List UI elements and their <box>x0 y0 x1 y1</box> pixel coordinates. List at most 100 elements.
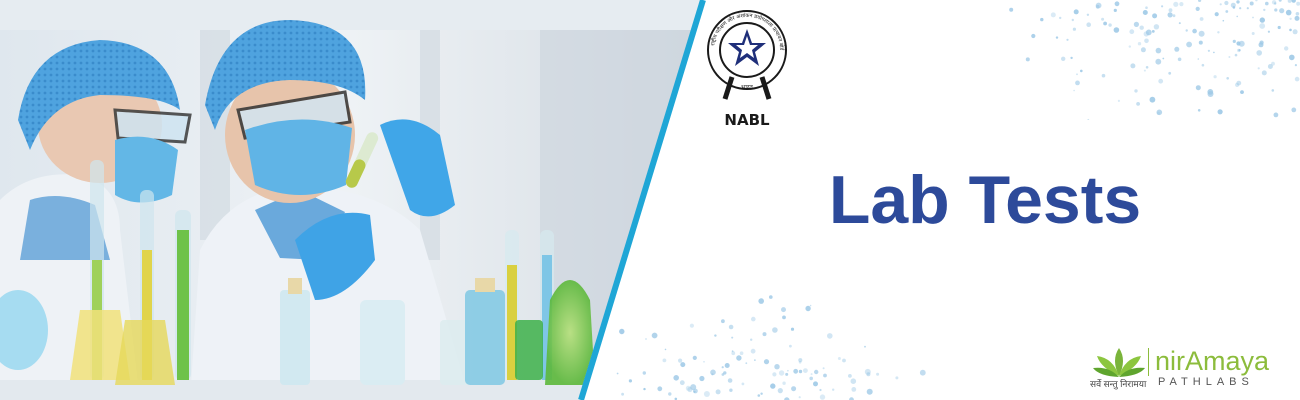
decor-dot <box>1129 29 1135 35</box>
decor-dot <box>798 358 803 363</box>
decor-dot <box>1207 91 1214 97</box>
decor-dot <box>1256 50 1262 56</box>
decor-dot <box>895 376 899 380</box>
decor-dot <box>1140 47 1146 53</box>
decor-dot <box>679 380 685 386</box>
decor-dot <box>721 319 725 324</box>
decor-dot <box>721 373 725 376</box>
decor-dot <box>1086 22 1091 28</box>
decor-dot <box>1294 15 1300 21</box>
decor-dot <box>1232 39 1236 44</box>
logo-separator <box>1148 348 1149 376</box>
decor-dot <box>754 359 756 361</box>
decor-dot <box>1277 25 1281 30</box>
decor-dot <box>689 323 694 328</box>
decor-dot <box>728 324 734 330</box>
decor-dot <box>1139 25 1144 30</box>
decor-dot <box>758 298 764 304</box>
decor-dot <box>1066 38 1069 41</box>
decor-dot <box>642 371 646 375</box>
decor-dot <box>778 370 785 376</box>
decor-dot <box>832 388 835 391</box>
decor-dot <box>1113 8 1117 12</box>
niramaya-logo: nirAmaya PATHLABS सर्वे सन्तु निरामया <box>1090 340 1290 395</box>
decor-dot <box>823 373 827 378</box>
decor-dot <box>1295 12 1300 16</box>
decor-dot <box>731 350 734 353</box>
decor-dot <box>798 396 801 399</box>
decor-dot <box>1274 8 1278 12</box>
decor-dot <box>1267 30 1270 33</box>
page-title: Lab Tests <box>828 162 1142 238</box>
nabl-logo: राष्ट्रीय परीक्षण और अंशांकन प्रयोगशाला … <box>705 5 790 130</box>
decor-dot <box>1294 76 1300 82</box>
decor-dot <box>1136 102 1140 106</box>
decor-dot <box>803 368 808 373</box>
decor-dot <box>1117 99 1120 102</box>
decor-dot <box>837 357 841 360</box>
decor-dot <box>1025 57 1030 62</box>
decor-dot <box>1225 10 1229 13</box>
decor-dot <box>1224 0 1229 6</box>
decor-dot <box>1134 89 1138 93</box>
decor-dot <box>791 386 797 392</box>
decor-dot <box>680 362 686 368</box>
decor-dot <box>703 361 705 363</box>
decor-dot <box>787 369 789 372</box>
brand-tagline: सर्वे सन्तु निरामया <box>1090 379 1147 389</box>
decor-dot <box>1213 51 1215 54</box>
decor-dot <box>866 372 871 377</box>
decor-dot <box>657 386 663 392</box>
decor-dot <box>1195 6 1200 11</box>
decor-dot <box>1178 22 1181 25</box>
decor-dot <box>1073 89 1075 92</box>
decor-dot <box>1055 36 1059 39</box>
decor-dot <box>1234 53 1238 57</box>
nabl-seal-icon: राष्ट्रीय परीक्षण और अंशांकन प्रयोगशाला … <box>707 10 787 129</box>
decor-dot <box>685 385 691 391</box>
decor-dot <box>750 338 753 341</box>
decor-dot <box>1278 0 1282 2</box>
decor-dot <box>789 344 792 348</box>
decor-dot <box>1174 46 1180 52</box>
decor-dot <box>1152 13 1158 19</box>
decor-dot <box>1144 38 1149 44</box>
decor-dot <box>1271 89 1275 92</box>
decor-dot <box>664 348 667 351</box>
decor-dot <box>1274 2 1277 5</box>
decor-dot <box>690 384 697 391</box>
decor-dot <box>1236 15 1238 18</box>
decor-dot <box>1214 12 1219 17</box>
decor-dot <box>1296 1 1300 6</box>
decor-dot <box>772 372 777 377</box>
decor-dot <box>1236 0 1240 4</box>
decor-dot <box>1087 118 1090 120</box>
decor-dot <box>1287 0 1292 3</box>
decor-dot <box>1061 56 1066 61</box>
decor-dot <box>1073 9 1079 15</box>
decor-dot <box>1101 17 1105 21</box>
decor-dot <box>769 295 773 299</box>
decor-dot <box>1226 77 1229 80</box>
decor-dot <box>1059 16 1062 20</box>
decor-dot <box>1257 67 1260 70</box>
decor-dot <box>1142 10 1148 15</box>
decor-dot <box>736 355 742 361</box>
decor-dot <box>1258 42 1264 48</box>
decor-dot <box>1158 78 1164 84</box>
decor-dot <box>1207 49 1210 52</box>
lotus-icon <box>1093 348 1145 377</box>
decor-dot <box>643 387 646 391</box>
decor-dot <box>1265 1 1269 6</box>
lab-tests-banner: राष्ट्रीय परीक्षण और अंशांकन प्रयोगशाला … <box>0 0 1300 400</box>
decor-dot <box>1230 2 1236 8</box>
decor-dot <box>1195 85 1201 91</box>
decor-dot <box>785 372 789 376</box>
decor-dot <box>645 338 647 340</box>
decor-dot <box>864 345 866 348</box>
decor-dot <box>1259 23 1266 29</box>
decor-dot <box>703 391 710 397</box>
decor-dot <box>809 304 812 307</box>
decor-dot <box>1239 7 1242 10</box>
decor-dot <box>1249 1 1254 6</box>
